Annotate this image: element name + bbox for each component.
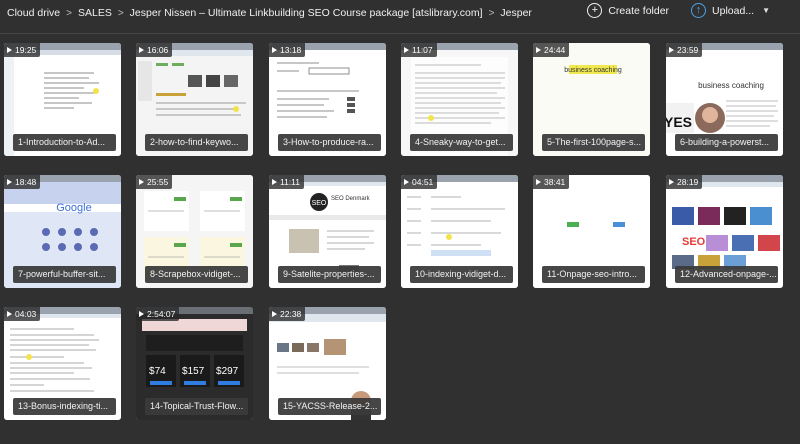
video-card[interactable]: 16:06 2-how-to-find-keywo... <box>136 43 253 156</box>
video-card[interactable]: SEO SEO Denmark 11:11 9-Satelite-propert… <box>269 175 386 288</box>
thumbnail-heading: SEO Denmark <box>331 196 371 202</box>
play-icon <box>272 47 277 53</box>
header-divider <box>0 33 800 34</box>
video-card[interactable]: 04:03 13-Bonus-indexing-ti... <box>4 307 121 420</box>
play-icon <box>139 311 144 317</box>
duration-badge: 22:38 <box>269 307 306 321</box>
video-title: 10-indexing-vidiget-d... <box>410 266 513 283</box>
play-icon <box>404 179 409 185</box>
play-icon <box>7 47 12 53</box>
breadcrumb-separator: > <box>117 7 124 19</box>
video-title: 6-building-a-powerst... <box>675 134 778 151</box>
video-card[interactable]: business coaching 24:44 5-The-first-100p… <box>533 43 650 156</box>
svg-text:$74: $74 <box>149 366 166 377</box>
duration-badge: 25:55 <box>136 175 173 189</box>
breadcrumb-separator: > <box>66 7 72 19</box>
play-icon <box>536 47 541 53</box>
duration-badge: 16:06 <box>136 43 173 57</box>
thumbnail-heading: business coaching <box>564 67 622 74</box>
plus-icon: + <box>587 3 603 18</box>
breadcrumb-course-package[interactable]: Jesper Nissen – Ultimate Linkbuilding SE… <box>130 7 483 19</box>
duration-badge: 13:18 <box>269 43 306 57</box>
video-card[interactable]: 04:51 10-indexing-vidiget-d... <box>401 175 518 288</box>
video-card[interactable]: 11:07 4-Sneaky-way-to-get... <box>401 43 518 156</box>
video-title: 11-Onpage-seo-intro... <box>542 266 645 283</box>
play-icon <box>7 311 12 317</box>
video-title: 15-YACSS-Release-2... <box>278 398 381 415</box>
create-folder-button[interactable]: + Create folder <box>587 3 669 18</box>
breadcrumb-cloud-drive[interactable]: Cloud drive <box>7 7 60 19</box>
breadcrumb-jesper[interactable]: Jesper <box>500 7 532 19</box>
duration-badge: 18:48 <box>4 175 41 189</box>
video-title: 8-Scrapebox-vidiget-... <box>145 266 248 283</box>
upload-button[interactable]: ↑ Upload... ▼ <box>691 3 770 18</box>
create-folder-label: Create folder <box>608 4 670 17</box>
video-title: 12-Advanced-onpage-... <box>675 266 778 283</box>
svg-text:$297: $297 <box>216 366 239 377</box>
duration-badge: 04:51 <box>401 175 438 189</box>
video-card[interactable]: 22:38 15-YACSS-Release-2... <box>269 307 386 420</box>
duration-badge: 23:59 <box>666 43 703 57</box>
thumbnail-heading: Google <box>56 202 91 214</box>
breadcrumb-separator: > <box>488 7 495 19</box>
play-icon <box>139 179 144 185</box>
upload-label: Upload... <box>712 4 755 17</box>
thumbnail-heading: business coaching <box>698 81 764 90</box>
duration-badge: 2:54:07 <box>136 307 180 321</box>
play-icon <box>272 179 277 185</box>
play-icon <box>7 179 12 185</box>
duration-badge: 24:44 <box>533 43 570 57</box>
chevron-down-icon: ▼ <box>762 6 770 15</box>
svg-text:SEO: SEO <box>312 200 327 207</box>
duration-badge: 38:41 <box>533 175 570 189</box>
play-icon <box>536 179 541 185</box>
duration-badge: 11:07 <box>401 43 437 57</box>
play-icon <box>272 311 277 317</box>
duration-badge: 11:11 <box>269 175 305 189</box>
duration-badge: 04:03 <box>4 307 41 321</box>
duration-badge: 19:25 <box>4 43 41 57</box>
video-title: 7-powerful-buffer-sit... <box>13 266 116 283</box>
video-title: 1-Introduction-to-Ad... <box>13 134 116 151</box>
video-title: 4-Sneaky-way-to-get... <box>410 134 513 151</box>
video-title: 9-Satelite-properties-... <box>278 266 381 283</box>
video-card[interactable]: 19:25 1-Introduction-to-Ad... <box>4 43 121 156</box>
svg-text:YES: YES <box>666 114 692 130</box>
play-icon <box>669 47 674 53</box>
video-card[interactable]: 38:41 11-Onpage-seo-intro... <box>533 175 650 288</box>
video-title: 14-Topical-Trust-Flow... <box>145 398 248 415</box>
svg-text:$157: $157 <box>182 366 205 377</box>
video-title: 3-How-to-produce-ra... <box>278 134 381 151</box>
svg-text:SEO: SEO <box>682 236 706 248</box>
video-card[interactable]: Google 18:48 7-powerful-buffer-sit... <box>4 175 121 288</box>
play-icon <box>139 47 144 53</box>
video-card[interactable]: 13:18 3-How-to-produce-ra... <box>269 43 386 156</box>
upload-arrow-icon: ↑ <box>691 3 707 18</box>
play-icon <box>404 47 409 53</box>
toolbar-actions: + Create folder ↑ Upload... ▼ <box>587 3 770 18</box>
video-title: 5-The-first-100page-s... <box>542 134 645 151</box>
video-card[interactable]: business coaching YES 23:59 6-building-a… <box>666 43 783 156</box>
breadcrumb-sales[interactable]: SALES <box>78 7 112 19</box>
play-icon <box>669 179 674 185</box>
top-bar: Cloud drive > SALES > Jesper Nissen – Ul… <box>0 0 800 26</box>
video-title: 13-Bonus-indexing-ti... <box>13 398 116 415</box>
video-card[interactable]: $74 $157 $297 2:54:07 14-Topical-Trust-F… <box>136 307 253 420</box>
video-title: 2-how-to-find-keywo... <box>145 134 248 151</box>
video-card[interactable]: SEO 28:19 12-Advanced-onpage-... <box>666 175 783 288</box>
duration-badge: 28:19 <box>666 175 703 189</box>
video-card[interactable]: 25:55 8-Scrapebox-vidiget-... <box>136 175 253 288</box>
